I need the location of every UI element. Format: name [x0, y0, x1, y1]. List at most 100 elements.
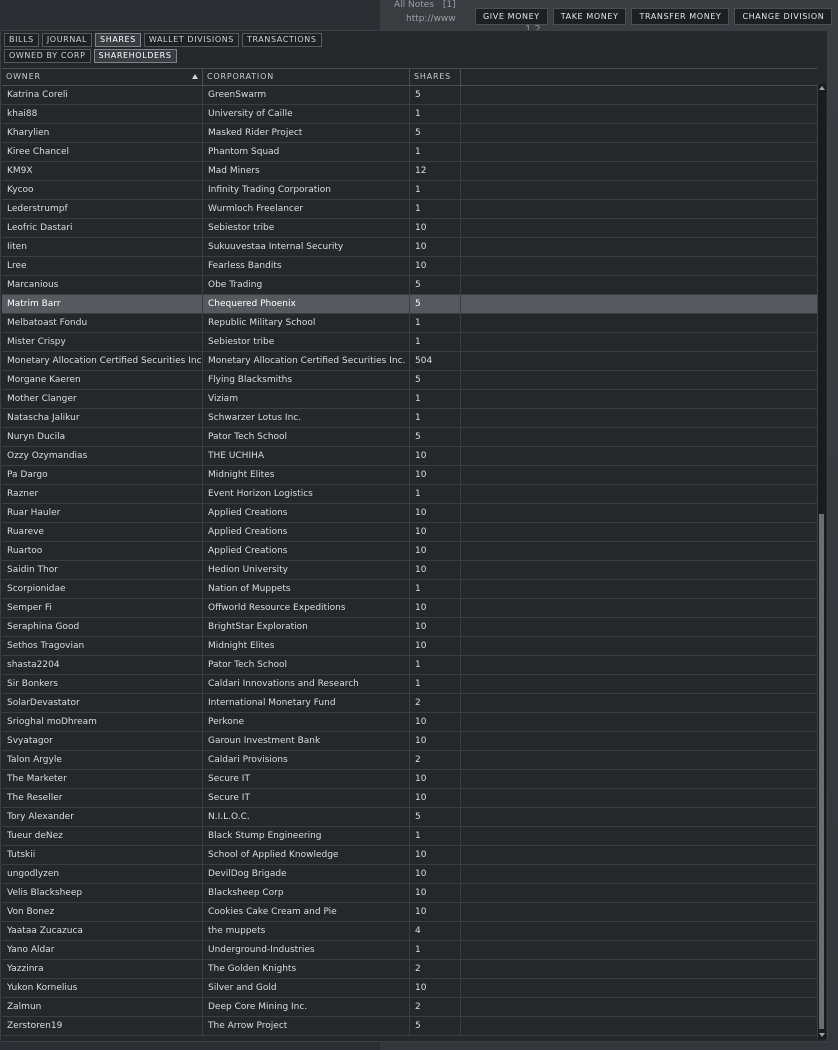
table-row[interactable]: Mister Crispy Sebiestor tribe 1 [2, 333, 817, 352]
table-row[interactable]: Tory Alexander N.I.L.O.C. 5 [2, 808, 817, 827]
shares-cell: 5 [410, 276, 461, 294]
shares-cell: 1 [410, 656, 461, 674]
table-row[interactable]: Kiree Chancel Phantom Squad 1 [2, 143, 817, 162]
table-row[interactable]: Kycoo Infinity Trading Corporation 1 [2, 181, 817, 200]
table-row[interactable]: Melbatoast Fondu Republic Military School… [2, 314, 817, 333]
owner-cell: Ozzy Ozymandias [2, 447, 203, 465]
owner-cell: Razner [2, 485, 203, 503]
table-scrollbar[interactable] [817, 84, 826, 1039]
row-filler [461, 238, 817, 256]
owner-cell: Scorpionidae [2, 580, 203, 598]
table-row[interactable]: Velis Blacksheep Blacksheep Corp 10 [2, 884, 817, 903]
table-row[interactable]: Morgane Kaeren Flying Blacksmiths 5 [2, 371, 817, 390]
row-filler [461, 542, 817, 560]
owner-cell: Talon Argyle [2, 751, 203, 769]
table-row[interactable]: Leofric Dastari Sebiestor tribe 10 [2, 219, 817, 238]
shares-cell: 2 [410, 751, 461, 769]
tab-journal[interactable]: JOURNAL [41, 33, 93, 47]
column-header-shares[interactable]: SHARES [410, 69, 461, 85]
table-row[interactable]: Kharylien Masked Rider Project 5 [2, 124, 817, 143]
table-row[interactable]: Semper Fi Offworld Resource Expeditions 10 [2, 599, 817, 618]
column-header-corporation[interactable]: CORPORATION [203, 69, 410, 85]
table-row[interactable]: Yukon Kornelius Silver and Gold 10 [2, 979, 817, 998]
table-row[interactable]: Nuryn Ducila Pator Tech School 5 [2, 428, 817, 447]
owner-cell: Tory Alexander [2, 808, 203, 826]
scrollbar-thumb[interactable] [819, 514, 824, 1029]
table-row[interactable]: KM9X Mad Miners 12 [2, 162, 817, 181]
table-row[interactable]: ungodlyzen DevilDog Brigade 10 [2, 865, 817, 884]
corporation-cell: Fearless Bandits [203, 257, 410, 275]
table-row[interactable]: The Marketer Secure IT 10 [2, 770, 817, 789]
table-row[interactable]: Tueur deNez Black Stump Engineering 1 [2, 827, 817, 846]
table-row[interactable]: Lederstrumpf Wurmloch Freelancer 1 [2, 200, 817, 219]
table-row[interactable]: Yazzinra The Golden Knights 2 [2, 960, 817, 979]
table-row[interactable]: Sir Bonkers Caldari Innovations and Resea… [2, 675, 817, 694]
tab-shares[interactable]: SHARES [95, 33, 141, 47]
change-division-button[interactable]: CHANGE DIVISION [734, 8, 833, 25]
table-row[interactable]: Natascha Jalikur Schwarzer Lotus Inc. 1 [2, 409, 817, 428]
table-row[interactable]: Von Bonez Cookies Cake Cream and Pie 10 [2, 903, 817, 922]
owner-cell: Tutskii [2, 846, 203, 864]
table-row[interactable]: Svyatagor Garoun Investment Bank 10 [2, 732, 817, 751]
scroll-down-icon[interactable] [819, 1033, 825, 1037]
table-row[interactable]: Razner Event Horizon Logistics 1 [2, 485, 817, 504]
table-row[interactable]: Saidin Thor Hedion University 10 [2, 561, 817, 580]
corporation-cell: Flying Blacksmiths [203, 371, 410, 389]
notes-url-preview[interactable]: http://www [406, 14, 456, 24]
table-row[interactable]: SolarDevastator International Monetary Fu… [2, 694, 817, 713]
table-row[interactable]: Mother Clanger Viziam 1 [2, 390, 817, 409]
table-row[interactable]: Talon Argyle Caldari Provisions 2 [2, 751, 817, 770]
corporation-cell: Secure IT [203, 789, 410, 807]
table-row[interactable]: Zalmun Deep Core Mining Inc. 2 [2, 998, 817, 1017]
table-row[interactable]: Lree Fearless Bandits 10 [2, 257, 817, 276]
shares-cell: 10 [410, 713, 461, 731]
corporation-cell: Schwarzer Lotus Inc. [203, 409, 410, 427]
tab-wallet-divisions[interactable]: WALLET DIVISIONS [143, 33, 239, 47]
table-row[interactable]: Zerstoren19 The Arrow Project 5 [2, 1017, 817, 1036]
owner-cell: Zerstoren19 [2, 1017, 203, 1035]
row-filler [461, 409, 817, 427]
shares-cell: 10 [410, 732, 461, 750]
table-row[interactable]: Marcanious Obe Trading 5 [2, 276, 817, 295]
table-row[interactable]: Katrina Coreli GreenSwarm 5 [2, 86, 817, 105]
table-row[interactable]: Ruar Hauler Applied Creations 10 [2, 504, 817, 523]
table-row[interactable]: Monetary Allocation Certified Securities… [2, 352, 817, 371]
shares-cell: 10 [410, 219, 461, 237]
table-row[interactable]: shasta2204 Pator Tech School 1 [2, 656, 817, 675]
table-row[interactable]: Yaataa Zucazuca the muppets 4 [2, 922, 817, 941]
table-row[interactable]: Tutskii School of Applied Knowledge 10 [2, 846, 817, 865]
table-row[interactable]: Pa Dargo Midnight Elites 10 [2, 466, 817, 485]
tab-bills[interactable]: BILLS [4, 33, 39, 47]
column-header-owner[interactable]: OWNER [2, 69, 203, 85]
shares-cell: 1 [410, 485, 461, 503]
transfer-money-button[interactable]: TRANSFER MONEY [631, 8, 730, 25]
table-row[interactable]: Ruartoo Applied Creations 10 [2, 542, 817, 561]
table-row[interactable]: Ruareve Applied Creations 10 [2, 523, 817, 542]
scroll-up-icon[interactable] [819, 86, 825, 90]
tab-owned-by-corp[interactable]: OWNED BY CORP [4, 49, 91, 63]
table-row[interactable]: khai88 University of Caille 1 [2, 105, 817, 124]
give-money-button[interactable]: GIVE MONEY [475, 8, 548, 25]
table-row[interactable]: Seraphina Good BrightStar Exploration 10 [2, 618, 817, 637]
table-row[interactable]: Srioghal moDhream Perkone 10 [2, 713, 817, 732]
tab-transactions[interactable]: TRANSACTIONS [241, 33, 322, 47]
table-row[interactable]: Scorpionidae Nation of Muppets 1 [2, 580, 817, 599]
corporation-cell: Black Stump Engineering [203, 827, 410, 845]
table-row[interactable]: Iiten Sukuuvestaa Internal Security 10 [2, 238, 817, 257]
table-row[interactable]: Yano Aldar Underground-Industries 1 [2, 941, 817, 960]
table-row[interactable]: Sethos Tragovian Midnight Elites 10 [2, 637, 817, 656]
notes-tab-label: All Notes [394, 0, 435, 10]
table-row[interactable]: Matrim Barr Chequered Phoenix 5 [2, 295, 817, 314]
row-filler [461, 979, 817, 997]
row-filler [461, 200, 817, 218]
corporation-cell: Event Horizon Logistics [203, 485, 410, 503]
take-money-button[interactable]: TAKE MONEY [552, 8, 627, 25]
notes-tab[interactable]: All Notes [1] [388, 0, 456, 10]
table-row[interactable]: The Reseller Secure IT 10 [2, 789, 817, 808]
tab-shareholders[interactable]: SHAREHOLDERS [93, 49, 177, 63]
corporation-cell: Applied Creations [203, 542, 410, 560]
shares-cell: 10 [410, 257, 461, 275]
table-row[interactable]: Ozzy Ozymandias THE UCHIHA 10 [2, 447, 817, 466]
owner-cell: Seraphina Good [2, 618, 203, 636]
row-filler [461, 523, 817, 541]
